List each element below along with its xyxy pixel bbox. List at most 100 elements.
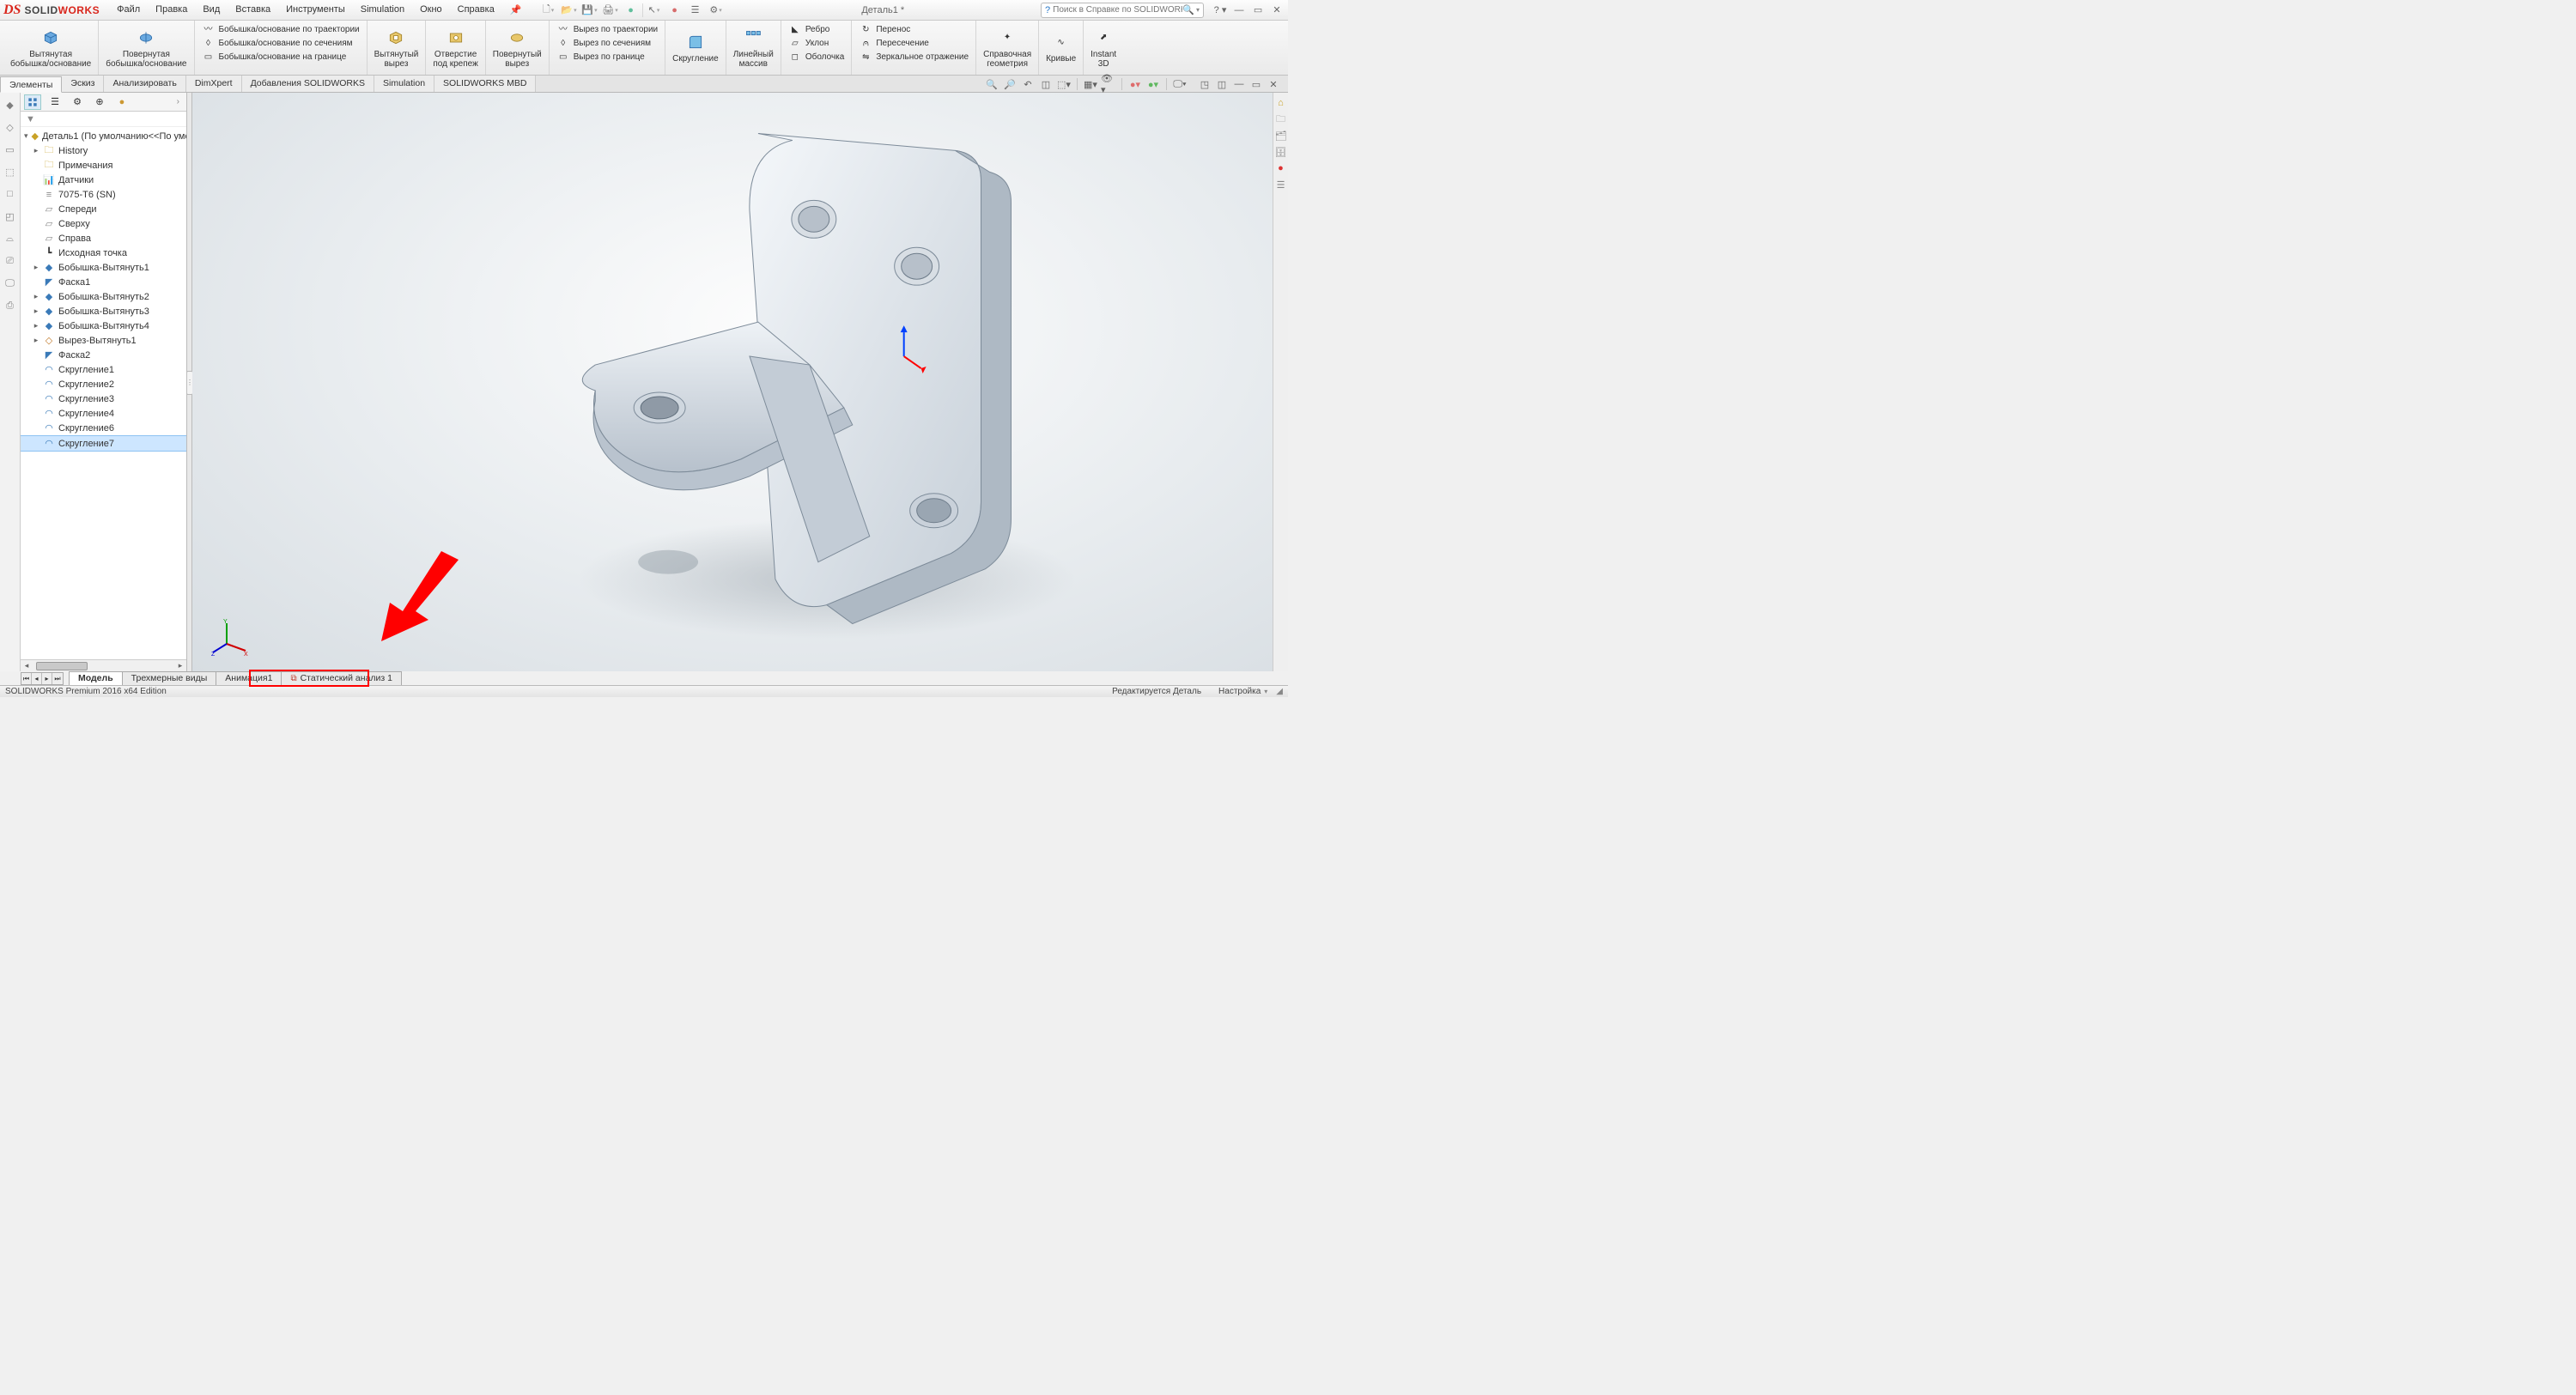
lofted-cut-button[interactable]: ◊Вырез по сечениям — [556, 38, 651, 50]
menu-tools[interactable]: Инструменты — [279, 2, 352, 18]
menu-view[interactable]: Вид — [196, 2, 227, 18]
new-button[interactable]: 🗋▾ — [539, 2, 558, 19]
tree-item[interactable]: ▸◆Бобышка-Вытянуть2 — [21, 289, 186, 304]
nav-first-icon[interactable]: ⏮ — [21, 673, 32, 684]
tab-mbd[interactable]: SOLIDWORKS MBD — [434, 76, 536, 92]
doc-cascade-icon[interactable]: ◳ — [1197, 76, 1212, 92]
tree-item[interactable]: ◤Фаска2 — [21, 348, 186, 362]
open-button[interactable]: 📂▾ — [560, 2, 579, 19]
nav-prev-icon[interactable]: ◂ — [32, 673, 42, 684]
help-search-input[interactable] — [1053, 5, 1182, 15]
menu-simulation[interactable]: Simulation — [354, 2, 411, 18]
options-list-button[interactable]: ☰ — [686, 2, 705, 19]
caret-icon[interactable]: ▸ — [33, 146, 39, 155]
boundary-boss-button[interactable]: ▭Бобышка/основание на границе — [202, 52, 347, 64]
tab-sketch[interactable]: Эскиз — [62, 76, 104, 92]
maximize-button[interactable]: ▭ — [1250, 3, 1266, 17]
minimize-button[interactable]: — — [1231, 3, 1247, 17]
taskpane-resources-icon[interactable]: 🗀 — [1274, 112, 1288, 126]
graphics-viewport[interactable]: Y X Z — [192, 93, 1273, 671]
zoom-fit-icon[interactable]: 🔍 — [984, 76, 999, 92]
tab-features[interactable]: Элементы — [0, 76, 62, 93]
print-button[interactable]: 🖨▾ — [601, 2, 620, 19]
select-button[interactable]: ↖▾ — [645, 2, 664, 19]
nav-last-icon[interactable]: ⏭ — [52, 673, 63, 684]
intersect-button[interactable]: ⩀Пересечение — [859, 38, 929, 50]
tree-item[interactable]: ▱Сверху — [21, 216, 186, 231]
status-dropdown-icon[interactable]: ▾ — [1264, 688, 1267, 695]
doc-minimize-button[interactable]: — — [1231, 76, 1247, 92]
extruded-boss-button[interactable]: Вытянутая бобышка/основание — [10, 27, 91, 69]
search-icon[interactable]: 🔍 — [1182, 4, 1194, 15]
fm-tab-dimxpert[interactable]: ⊕ — [91, 94, 108, 110]
feature-tree[interactable]: ▾ ◆ Деталь1 (По умолчанию<<По умолчан ▸🗀… — [21, 127, 186, 659]
rail-icon-5[interactable]: □ — [3, 187, 17, 201]
zoom-area-icon[interactable]: 🔎 — [1002, 76, 1018, 92]
tab-nav-buttons[interactable]: ⏮ ◂ ▸ ⏭ — [21, 672, 64, 685]
nav-next-icon[interactable]: ▸ — [42, 673, 52, 684]
tree-item[interactable]: ◠Скругление1 — [21, 362, 186, 377]
tree-item[interactable]: ▸◇Вырез-Вытянуть1 — [21, 333, 186, 348]
swept-boss-button[interactable]: 〰Бобышка/основание по траектории — [202, 24, 360, 36]
tree-item[interactable]: ◠Скругление7 — [21, 435, 186, 452]
close-button[interactable]: ✕ — [1269, 3, 1285, 17]
taskpane-explorer-icon[interactable]: 🗄 — [1274, 145, 1288, 159]
boundary-cut-button[interactable]: ▭Вырез по границе — [556, 52, 645, 64]
tab-3d-views[interactable]: Трехмерные виды — [122, 671, 217, 685]
tree-item[interactable]: ◠Скругление4 — [21, 406, 186, 421]
caret-icon[interactable]: ▸ — [33, 292, 39, 301]
display-style-icon[interactable]: ▦▾ — [1083, 76, 1098, 92]
fm-filter-row[interactable]: ▼ — [21, 112, 186, 127]
rail-icon-3[interactable]: ▭ — [3, 143, 17, 156]
help-dropdown-button[interactable]: ? ▾ — [1212, 3, 1228, 17]
tab-model[interactable]: Модель — [69, 671, 123, 685]
tree-root[interactable]: ▾ ◆ Деталь1 (По умолчанию<<По умолчан — [21, 129, 186, 143]
hide-show-icon[interactable]: 👁▾ — [1101, 76, 1116, 92]
rail-icon-10[interactable]: ⎙ — [3, 299, 17, 312]
tree-item[interactable]: ◠Скругление2 — [21, 377, 186, 391]
fm-tab-overflow[interactable]: › — [173, 97, 183, 106]
section-view-icon[interactable]: ◫ — [1038, 76, 1054, 92]
tree-item[interactable]: ▸🗀History — [21, 143, 186, 158]
tree-item[interactable]: ◤Фаска1 — [21, 275, 186, 289]
rebuild-button[interactable]: ● — [622, 2, 641, 19]
rail-icon-2[interactable]: ◇ — [3, 120, 17, 134]
lofted-boss-button[interactable]: ◊Бобышка/основание по сечениям — [202, 38, 353, 50]
status-custom[interactable]: Настройка — [1218, 687, 1261, 696]
taskpane-properties-icon[interactable]: ☰ — [1274, 178, 1288, 191]
linear-pattern-button[interactable]: Линейный массив — [733, 27, 774, 69]
save-button[interactable]: 💾▾ — [580, 2, 599, 19]
scroll-left-icon[interactable]: ◂ — [21, 661, 33, 670]
appearance-icon[interactable]: ●▾ — [1127, 76, 1143, 92]
rail-icon-9[interactable]: 🖵 — [3, 276, 17, 290]
curves-button[interactable]: ∿Кривые — [1046, 32, 1076, 64]
tab-simulation[interactable]: Simulation — [374, 76, 434, 92]
extruded-cut-button[interactable]: Вытянутый вырез — [374, 27, 419, 69]
tab-static-study[interactable]: ⧉ Статический анализ 1 — [281, 671, 402, 685]
caret-icon[interactable]: ▸ — [33, 306, 39, 316]
caret-icon[interactable]: ▸ — [33, 336, 39, 345]
scroll-thumb[interactable] — [36, 662, 88, 670]
tree-item[interactable]: 📊Датчики — [21, 173, 186, 187]
search-dropdown-icon[interactable]: ▾ — [1196, 6, 1200, 14]
swept-cut-button[interactable]: 〰Вырез по траектории — [556, 24, 658, 36]
taskpane-home-icon[interactable]: ⌂ — [1274, 96, 1288, 110]
menu-edit[interactable]: Правка — [149, 2, 194, 18]
menu-pin-icon[interactable]: 📌 — [503, 2, 529, 18]
rail-icon-6[interactable]: ◰ — [3, 209, 17, 223]
tree-item[interactable]: ▸◆Бобышка-Вытянуть3 — [21, 304, 186, 318]
instant3d-button[interactable]: ⬈Instant 3D — [1091, 27, 1116, 69]
tree-item[interactable]: ┗Исходная точка — [21, 246, 186, 260]
scene-icon[interactable]: ●▾ — [1145, 76, 1161, 92]
tree-item[interactable]: ▸◆Бобышка-Вытянуть1 — [21, 260, 186, 275]
menu-window[interactable]: Окно — [413, 2, 449, 18]
scroll-right-icon[interactable]: ▸ — [174, 661, 186, 670]
rebuild2-button[interactable]: ● — [665, 2, 684, 19]
tree-item[interactable]: ◠Скругление6 — [21, 421, 186, 435]
revolved-boss-button[interactable]: Повернутая бобышка/основание — [106, 27, 186, 69]
fm-tab-config[interactable]: ⚙ — [69, 94, 86, 110]
fm-tab-tree[interactable] — [24, 94, 41, 110]
prev-view-icon[interactable]: ↶ — [1020, 76, 1036, 92]
tab-evaluate[interactable]: Анализировать — [104, 76, 185, 92]
tree-item[interactable]: ◠Скругление3 — [21, 391, 186, 406]
